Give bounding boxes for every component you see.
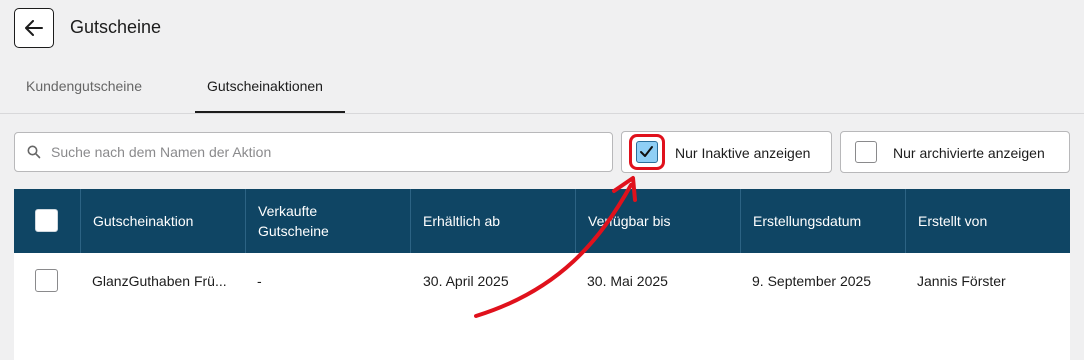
select-all-cell [14,189,81,253]
tab-gutscheinaktionen[interactable]: Gutscheinaktionen [207,78,323,94]
page-header: Gutscheine [0,0,1084,56]
tab-kundengutscheine[interactable]: Kundengutscheine [26,78,142,94]
page-title: Gutscheine [70,17,162,37]
back-button[interactable] [14,8,54,48]
column-header-created[interactable]: Erstellungsdatum [741,189,906,253]
column-header-available-from[interactable]: Erhältlich ab [411,189,576,253]
search-field[interactable] [14,132,613,172]
campaign-table: Gutscheinaktion Verkaufte Gutscheine Erh… [14,189,1070,360]
filter-archived-toggle[interactable]: Nur archivierte anzeigen [840,131,1070,173]
cell-available-from: 30. April 2025 [423,273,509,289]
cell-created: 9. September 2025 [752,273,872,289]
highlight-marker [629,134,665,170]
search-icon [27,145,41,159]
active-tab-indicator [195,111,345,113]
cell-sold: - [257,273,262,289]
table-header: Gutscheinaktion Verkaufte Gutscheine Erh… [14,189,1070,253]
tab-bar: Kundengutscheine Gutscheinaktionen [0,56,1084,114]
filter-archived-label: Nur archivierte anzeigen [893,145,1045,161]
archived-checkbox[interactable] [855,141,877,163]
column-header-created-by[interactable]: Erstellt von [906,189,1070,253]
cell-created-by: Jannis Förster [917,273,1006,289]
search-input[interactable] [51,133,601,171]
row-checkbox[interactable] [35,269,58,292]
column-header-campaign[interactable]: Gutscheinaktion [81,189,246,253]
select-all-checkbox[interactable] [35,209,58,232]
column-header-available-until[interactable]: Verfügbar bis [576,189,741,253]
arrow-left-icon [25,20,43,36]
column-header-sold[interactable]: Verkaufte Gutscheine [246,189,411,253]
cell-available-until: 30. Mai 2025 [587,273,668,289]
cell-campaign-name[interactable]: GlanzGuthaben Frü... [92,273,227,289]
table-row[interactable]: GlanzGuthaben Frü... - 30. April 2025 30… [14,253,1070,311]
filter-inactive-label: Nur Inaktive anzeigen [675,145,811,161]
